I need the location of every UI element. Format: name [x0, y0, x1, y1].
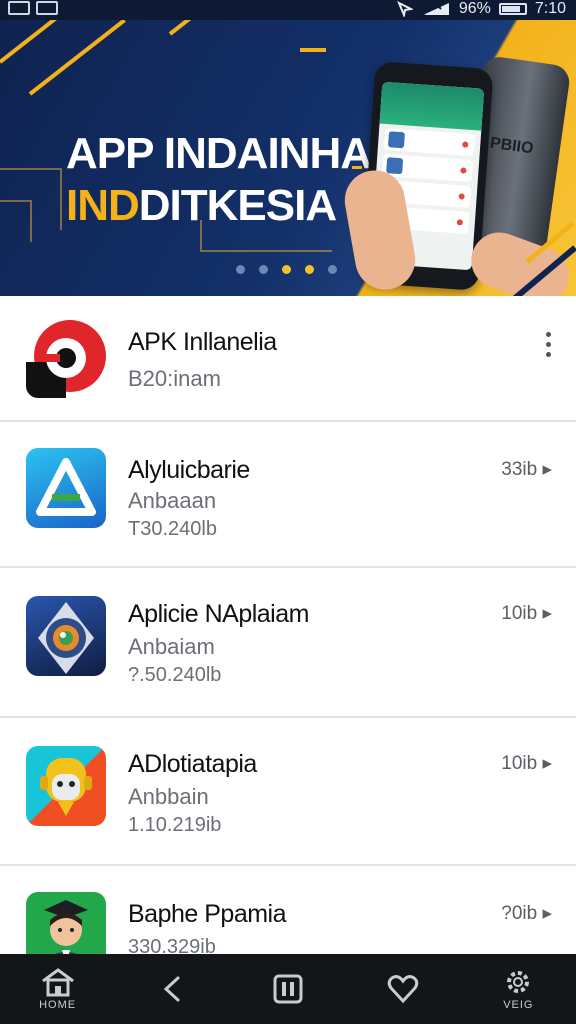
banner-stripe: [0, 20, 65, 64]
app-meta: ?.50.240lb: [128, 664, 222, 686]
app-name: APK Inllanelia: [128, 328, 277, 356]
battery-percent: 96%: [458, 0, 491, 17]
promo-banner[interactable]: APP INDAINHA INDDITKESIA PBIIO: [0, 20, 576, 296]
app-name: ADlotiatapia: [128, 750, 257, 778]
phone-back-text: PBIIO: [488, 134, 535, 158]
app-size-value: 10ib: [501, 753, 538, 774]
list-item[interactable]: Aplicie NAplaiam Anbaiam ?.50.240lb 10ib…: [0, 568, 576, 718]
nav-favorites[interactable]: [368, 957, 438, 1021]
app-subtitle: Anbbain: [128, 784, 209, 809]
app-size: ?0ib ▸: [501, 902, 552, 925]
banner-title: APP INDAINHA INDDITKESIA: [66, 128, 372, 232]
back-icon: [163, 976, 180, 1002]
robot-face-logo-icon: [26, 746, 106, 826]
app-size-value: 33ib: [501, 459, 538, 480]
banner-title-line2-accent: IND: [66, 181, 140, 230]
settings-gear-icon: [507, 971, 530, 993]
bottom-nav: HOME VEIG: [0, 954, 576, 1024]
blue-triangle-logo-icon: [26, 448, 106, 528]
carousel-dot[interactable]: [305, 265, 314, 274]
chevron-right-icon[interactable]: ▸: [542, 753, 552, 774]
banner-stripe: [300, 48, 326, 52]
status-time: 7:10: [534, 0, 566, 17]
banner-title-line1: APP INDAINHA: [66, 129, 372, 178]
app-size: 33ib ▸: [501, 458, 552, 481]
nav-back[interactable]: [138, 957, 208, 1021]
app-meta: 1.10.219ib: [128, 814, 222, 836]
list-item[interactable]: ADlotiatapia Anbbain 1.10.219ib 10ib ▸: [0, 718, 576, 866]
carousel-dot[interactable]: [328, 265, 337, 274]
app-name: Baphe Ppamia: [128, 900, 287, 928]
overflow-menu-icon[interactable]: [544, 332, 552, 357]
heart-icon: [387, 975, 419, 1004]
app-subtitle: Anbaaan: [128, 488, 217, 513]
title-dash: [352, 166, 362, 169]
banner-title-line2-rest: DITKESIA: [138, 181, 337, 230]
list-item[interactable]: Baphe Ppamia 330.329ib ?0ib ▸: [0, 866, 576, 964]
app-size: 10ib ▸: [501, 602, 552, 625]
circuit-line: [0, 200, 32, 242]
chevron-right-icon[interactable]: ▸: [542, 903, 552, 924]
carousel-dot[interactable]: [259, 265, 268, 274]
chevron-right-icon[interactable]: ▸: [542, 603, 552, 624]
app-size-value: 10ib: [501, 603, 538, 624]
carousel-dots[interactable]: [236, 265, 337, 274]
app-size-value: ?0ib: [501, 903, 538, 924]
banner-title-line2: INDDITKESIA: [66, 180, 371, 232]
camera-lens-logo-icon: [26, 596, 106, 676]
banner-stripe: [168, 20, 227, 36]
chevron-right-icon[interactable]: ▸: [542, 459, 552, 480]
signal-icon: [422, 1, 449, 16]
nav-settings[interactable]: VEIG: [483, 957, 553, 1021]
nav-settings-label: VEIG: [503, 999, 534, 1011]
nav-home[interactable]: HOME: [23, 957, 93, 1021]
red-circle-logo-icon: [26, 318, 106, 398]
battery-icon: [498, 3, 527, 15]
gallery-icon: [36, 1, 58, 15]
nav-home-label: HOME: [39, 999, 77, 1011]
carousel-dot[interactable]: [236, 265, 245, 274]
image-icon: [8, 1, 30, 15]
app-list: APK Inllanelia B20:inam Alyluicbarie Anb…: [0, 296, 576, 964]
apps-icon: [273, 974, 303, 1004]
app-subtitle: Anbaiam: [128, 634, 215, 659]
banner-stripe: [28, 20, 126, 96]
location-icon: [396, 1, 413, 17]
list-item[interactable]: Alyluicbarie Anbaaan T30.240lb 33ib ▸: [0, 422, 576, 568]
nav-apps[interactable]: [253, 957, 323, 1021]
app-name: Alyluicbarie: [128, 456, 250, 484]
app-meta: T30.240lb: [128, 518, 217, 540]
app-name: Aplicie NAplaiam: [128, 600, 309, 628]
carousel-dot-active[interactable]: [282, 265, 291, 274]
list-item[interactable]: APK Inllanelia B20:inam: [0, 296, 576, 422]
app-size: 10ib ▸: [501, 752, 552, 775]
status-bar: 96% 7:10: [0, 0, 576, 20]
app-subtitle: B20:inam: [128, 366, 221, 391]
home-icon: [41, 968, 74, 997]
